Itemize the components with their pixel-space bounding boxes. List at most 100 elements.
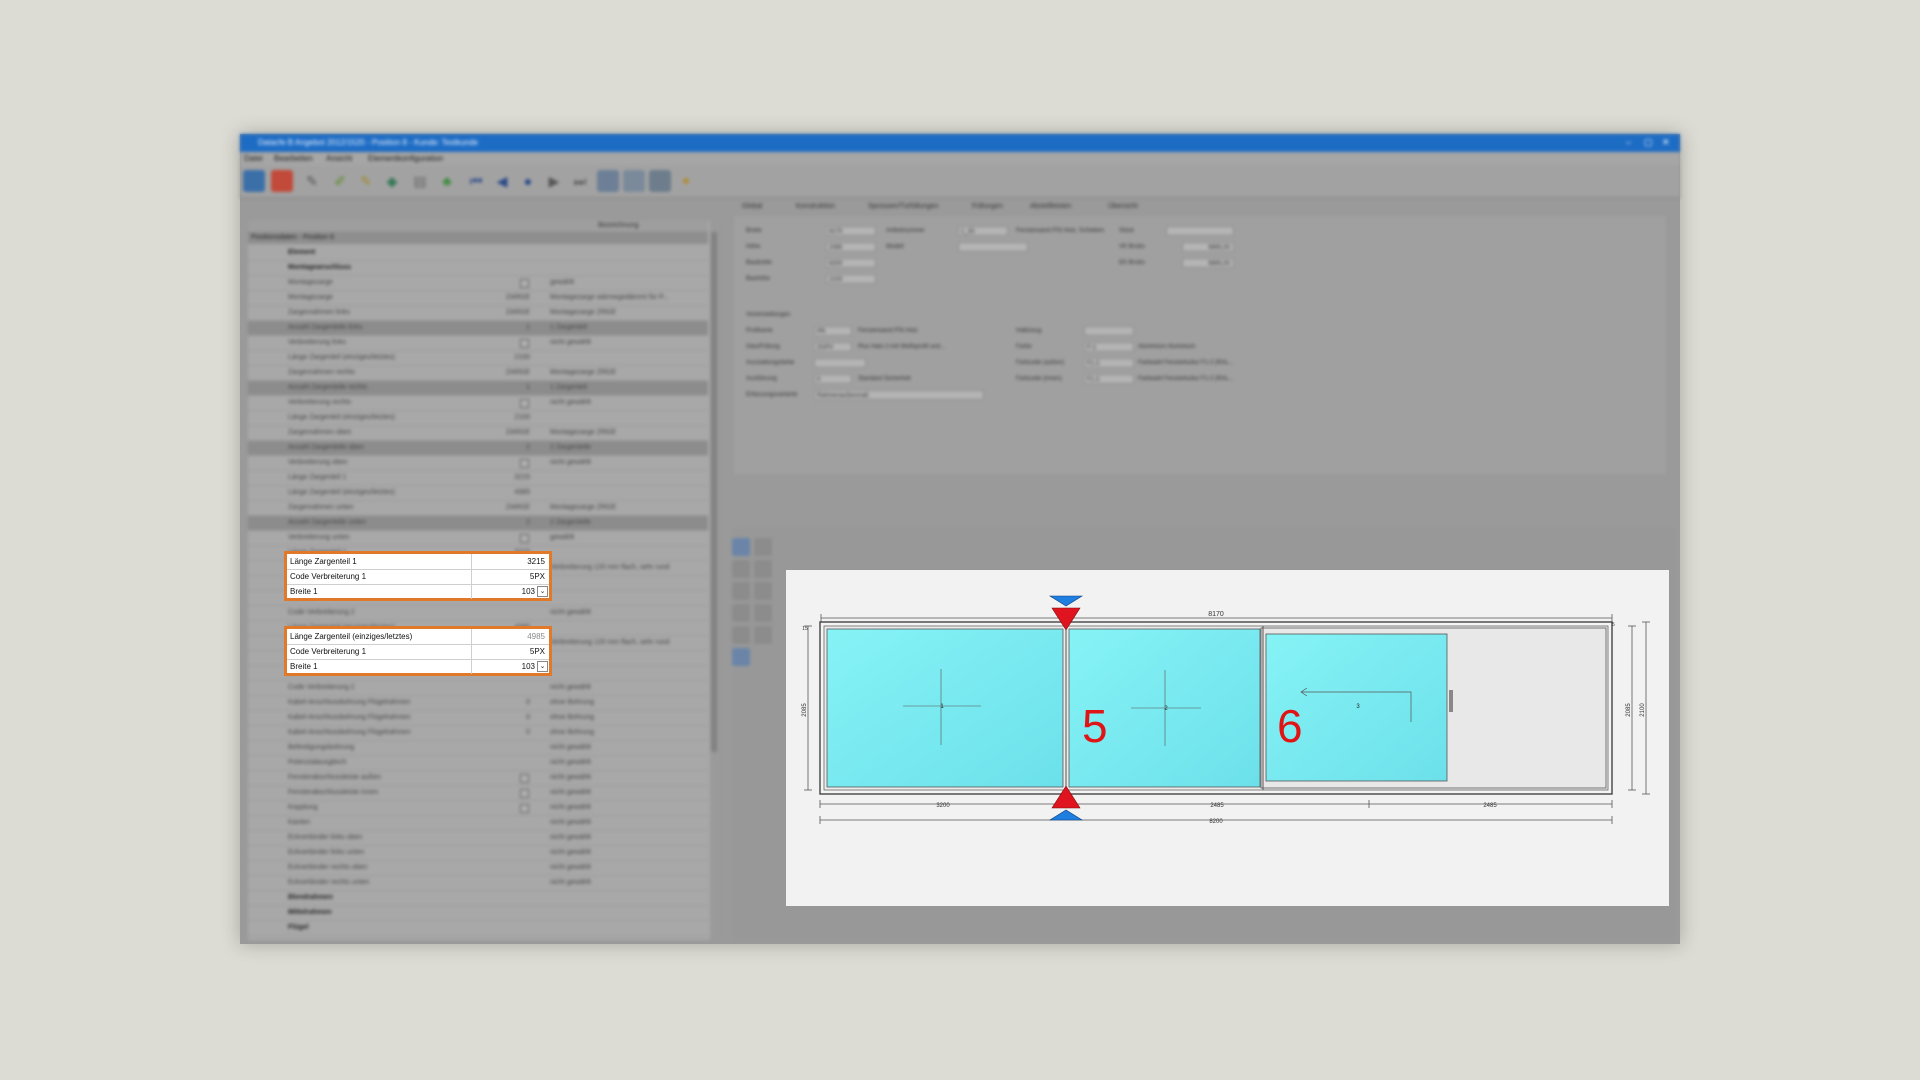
tool-icon[interactable]: ✦ [675, 170, 697, 192]
scrollbar-thumb[interactable] [711, 232, 717, 752]
tree-row[interactable]: Verbreiterung rechts nicht gewählt [248, 396, 708, 411]
tree-row-checkbox[interactable] [520, 399, 529, 408]
tree-row-value[interactable]: ZARGE [484, 369, 530, 376]
tree-row[interactable]: Zargenrahmen unten ZARGE Montagezarge ZRGE [248, 501, 708, 516]
stop-icon[interactable] [271, 170, 293, 192]
tree-row-value[interactable]: 1 [484, 324, 530, 331]
tree-row-value[interactable]: 2100 [484, 414, 530, 421]
sash-handle[interactable] [1449, 690, 1453, 712]
tree-row[interactable]: Länge Zargenteil (einziges/letztes) 4985 [248, 486, 708, 501]
tree-row[interactable]: Mittelrahmen [248, 906, 708, 921]
tree-row[interactable]: Blendrahmen [248, 891, 708, 906]
tree-row[interactable]: Anzahl Zargenteile oben 2 2 Zargenteile [248, 441, 708, 456]
undo-tool-icon[interactable] [732, 582, 750, 600]
modell-field[interactable] [958, 242, 1028, 252]
farbe-field[interactable]: F-2 [1084, 342, 1134, 352]
tree-row[interactable]: Zargenrahmen oben ZARGE Montagezarge ZRGE [248, 426, 708, 441]
tree-row-value[interactable]: 2100 [484, 354, 530, 361]
tree-row[interactable]: Zargenrahmen links ZARGE Montagezarge ZRGE [248, 306, 708, 321]
halbzeug-field[interactable] [1084, 326, 1134, 336]
menu-datei[interactable]: Datei [244, 154, 263, 163]
glas-field[interactable]: ZGPV [814, 342, 852, 352]
tab-abstellleisten[interactable]: Abstellleisten [1030, 203, 1071, 210]
measure-tool-icon[interactable] [732, 626, 750, 644]
tree-scrollbar[interactable] [710, 220, 718, 940]
tree-row[interactable]: Fensterabschlussleiste innen nicht gewähl… [248, 786, 708, 801]
tree-row[interactable]: Länge Zargenteil 1 3215 [248, 471, 708, 486]
grid-icon[interactable] [597, 170, 619, 192]
pencil-icon[interactable]: ✐ [329, 170, 351, 192]
farbcode-aussen-field[interactable]: F1-2 [1084, 358, 1134, 368]
tree-row[interactable]: Code Verbreiterung 2 nicht gewählt [248, 606, 708, 621]
tree-row[interactable]: Montagezarge gewählt [248, 276, 708, 291]
highlight-row[interactable]: Code Verbreiterung 1 5PX [287, 569, 549, 585]
next-icon[interactable]: ▶ [543, 170, 565, 192]
prev-icon[interactable]: ◀ [491, 170, 513, 192]
tree-row-checkbox[interactable] [520, 279, 529, 288]
glass-pane-1[interactable] [826, 628, 1064, 788]
tree-row[interactable]: Potenzialausgleich nicht gewählt [248, 756, 708, 771]
tree-row[interactable]: Anzahl Zargenteile links 1 1 Zargenteil [248, 321, 708, 336]
tree-row[interactable]: Kabel-Anschlussbohrung Flügelrahmen 0 ohne… [248, 696, 708, 711]
baubreite-field[interactable]: 8200 [826, 258, 876, 268]
grid-tool-icon[interactable] [754, 626, 772, 644]
tree-row[interactable]: Befestigungsbohrung nicht gewählt [248, 741, 708, 756]
tree-row-checkbox[interactable] [520, 804, 529, 813]
wrench-icon[interactable]: ✎ [301, 170, 323, 192]
tree-row-checkbox[interactable] [520, 774, 529, 783]
paste-tool-icon[interactable] [754, 604, 772, 622]
tree-row[interactable]: Kabel-Anschlussbohrung Flügelrahmen 0 ohne… [248, 711, 708, 726]
view-tool-icon[interactable] [732, 560, 750, 578]
highlight-row[interactable]: Länge Zargenteil (einziges/letztes) 4985 [287, 629, 549, 645]
tab-konstruktion[interactable]: Konstruktion [796, 203, 835, 210]
tree-row[interactable]: Element [248, 246, 708, 261]
screen-icon[interactable] [649, 170, 671, 192]
artikel-field[interactable]: 1_33 [958, 226, 1008, 236]
tree-row-value[interactable]: 1 [484, 384, 530, 391]
tree-row-value[interactable]: 0 [484, 729, 530, 736]
chevron-down-icon[interactable]: ⌄ [537, 661, 548, 672]
erw-select[interactable]: Rahmenaußenmaß [814, 390, 984, 400]
tree-row-value[interactable]: 0 [484, 699, 530, 706]
chevron-down-icon[interactable]: ⌄ [537, 586, 548, 597]
tree-row[interactable]: Eckverbinder rechts unten nicht gewählt [248, 876, 708, 891]
menu-ansicht[interactable]: Ansicht [326, 154, 352, 163]
tab-sprossen[interactable]: Sprossen/Türfüllungen [868, 203, 938, 210]
settings-icon[interactable] [243, 170, 265, 192]
menu-bearbeiten[interactable]: Bearbeiten [274, 154, 313, 163]
tree-row[interactable]: Anzahl Zargenteile rechts 1 1 Zargenteil [248, 381, 708, 396]
tree-row-value[interactable]: 4985 [484, 489, 530, 496]
first-icon[interactable]: ⏮ [465, 170, 487, 192]
layout-icon[interactable] [623, 170, 645, 192]
tree-row[interactable]: Montageanschluss [248, 261, 708, 276]
highlight-row[interactable]: Breite 1 103 ⌄ [287, 584, 549, 599]
farbcode-innen-field[interactable]: F1-2 [1084, 374, 1134, 384]
tree-row-value[interactable]: 0 [484, 714, 530, 721]
tree-row[interactable]: Verbreiterung oben nicht gewählt [248, 456, 708, 471]
tree-row[interactable]: Flügel [248, 921, 708, 936]
tree-root[interactable]: Positionsdaten - Position 8 [248, 233, 708, 244]
menu-elementkonfiguration[interactable]: Elementkonfiguration [368, 154, 443, 163]
edit-icon[interactable]: ✎ [355, 170, 377, 192]
tab-uebersicht[interactable]: Übersicht [1108, 203, 1138, 210]
tree-row[interactable]: Zargenrahmen rechts ZARGE Montagezarge ZRG… [248, 366, 708, 381]
tree-row[interactable]: Kanten nicht gewählt [248, 816, 708, 831]
tree-row-checkbox[interactable] [520, 534, 529, 543]
zoom-tool-icon[interactable] [754, 560, 772, 578]
copy-tool-icon[interactable] [732, 604, 750, 622]
tree-row[interactable]: Anzahl Zargenteile unten 2 2 Zargenteile [248, 516, 708, 531]
bauhoehe-field[interactable]: 2100 [826, 274, 876, 284]
document-icon[interactable]: ▤ [409, 170, 431, 192]
tree-row-value[interactable]: ZARGE [484, 309, 530, 316]
tree-row-checkbox[interactable] [520, 459, 529, 468]
vk-field[interactable]: 9865,00 [1182, 242, 1234, 252]
paint-icon[interactable]: ◆ [381, 170, 403, 192]
people-icon[interactable]: ♣ [436, 170, 458, 192]
tree-row-value[interactable]: 2 [484, 519, 530, 526]
tree-row[interactable]: Länge Zargenteil (einziges/letztes) 2100 [248, 351, 708, 366]
tree-row-checkbox[interactable] [520, 339, 529, 348]
stueck-field[interactable] [1166, 226, 1234, 236]
tab-global[interactable]: Global [742, 203, 762, 210]
highlight-row[interactable]: Code Verbreiterung 1 5PX [287, 644, 549, 660]
tree-row[interactable]: Verbreiterung unten gewählt [248, 531, 708, 546]
